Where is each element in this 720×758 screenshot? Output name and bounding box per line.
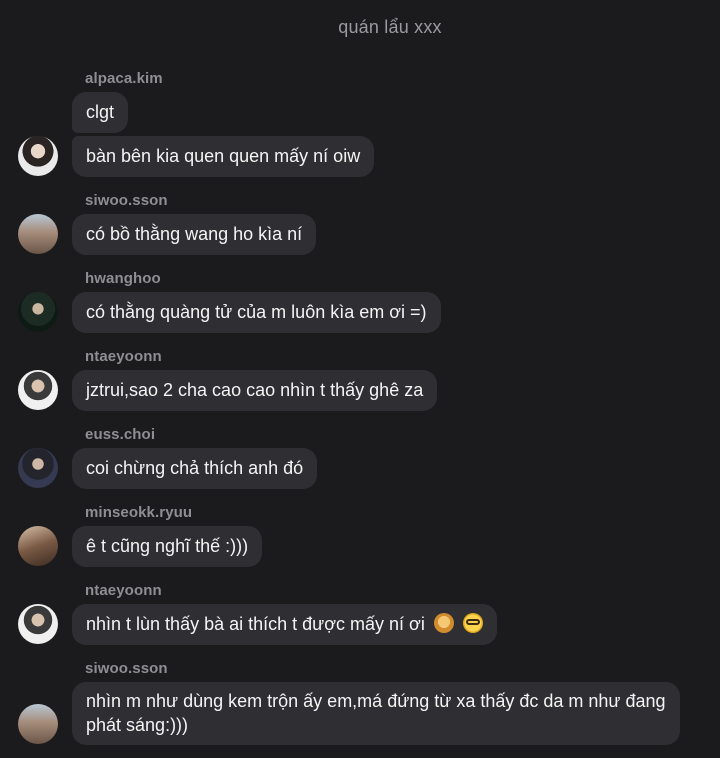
message-bubble[interactable]: ê t cũng nghĩ thế :))) — [72, 526, 263, 567]
avatar[interactable] — [18, 604, 58, 644]
message-group: siwoo.sson có bồ thằng wang ho kìa ní — [0, 190, 720, 268]
message-bubble[interactable]: có bồ thằng wang ho kìa ní — [72, 214, 317, 255]
avatar[interactable] — [18, 292, 58, 332]
message-bubble[interactable]: clgt — [72, 92, 129, 133]
message-bubble[interactable]: có thằng quàng tử của m luôn kìa em ơi =… — [72, 292, 441, 333]
chat-title: quán lẩu xxx — [338, 17, 442, 37]
sender-name[interactable]: euss.choi — [85, 426, 155, 443]
message-bubble[interactable]: coi chừng chả thích anh đó — [72, 448, 318, 489]
avatar[interactable] — [18, 136, 58, 176]
message-group: hwanghoo có thằng quàng tử của m luôn kì… — [0, 268, 720, 346]
sender-name[interactable]: minseokk.ryuu — [85, 504, 192, 521]
message-bubble[interactable]: bàn bên kia quen quen mấy ní oiw — [72, 136, 375, 177]
message-group: euss.choi coi chừng chả thích anh đó — [0, 424, 720, 502]
woman-gesturing-icon — [433, 613, 454, 633]
message-group: minseokk.ryuu ê t cũng nghĩ thế :))) — [0, 502, 720, 580]
sender-name[interactable]: hwanghoo — [85, 270, 161, 287]
message-group: alpaca.kim clgt bàn bên kia quen quen mấ… — [0, 68, 720, 190]
sender-name[interactable]: ntaeyoonn — [85, 348, 162, 365]
sender-name[interactable]: alpaca.kim — [85, 70, 163, 87]
sender-name[interactable]: ntaeyoonn — [85, 582, 162, 599]
avatar[interactable] — [18, 214, 58, 254]
message-text: nhìn t lùn thấy bà ai thích t được mấy n… — [86, 614, 425, 634]
message-bubble[interactable]: nhìn t lùn thấy bà ai thích t được mấy n… — [72, 604, 497, 645]
sender-name[interactable]: siwoo.sson — [85, 192, 168, 209]
message-group: ntaeyoonn nhìn t lùn thấy bà ai thích t … — [0, 580, 720, 658]
message-list[interactable]: alpaca.kim clgt bàn bên kia quen quen mấ… — [0, 68, 720, 758]
message-bubble[interactable]: nhìn m như dùng kem trộn ấy em,má đứng t… — [72, 682, 680, 745]
message-bubble[interactable]: jztrui,sao 2 cha cao cao nhìn t thấy ghê… — [72, 370, 438, 411]
avatar[interactable] — [18, 526, 58, 566]
avatar[interactable] — [18, 448, 58, 488]
avatar[interactable] — [18, 704, 58, 744]
message-group: ntaeyoonn jztrui,sao 2 cha cao cao nhìn … — [0, 346, 720, 424]
avatar[interactable] — [18, 370, 58, 410]
message-group: siwoo.sson nhìn m như dùng kem trộn ấy e… — [0, 658, 720, 758]
sender-name[interactable]: siwoo.sson — [85, 660, 168, 677]
nerd-face-icon — [462, 613, 483, 633]
